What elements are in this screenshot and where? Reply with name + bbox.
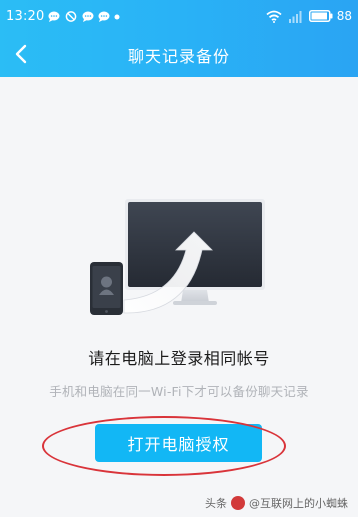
watermark-at: @	[249, 496, 260, 510]
battery-level: 88	[336, 9, 352, 23]
watermark-logo-icon	[231, 496, 245, 510]
status-right: 88	[266, 8, 352, 24]
more-notifications-icon	[114, 14, 120, 20]
battery-icon	[308, 10, 333, 22]
watermark: 头条 @ 互联网上的小蜘蛛	[205, 494, 348, 512]
chat-icon-2	[98, 11, 110, 22]
chat-icon	[82, 11, 94, 22]
status-bar: 13:20 88	[0, 0, 358, 32]
page-title: 聊天记录备份	[127, 47, 230, 66]
phone-to-pc-illustration	[90, 199, 265, 315]
signal-icon	[288, 10, 302, 23]
instruction-heading: 请在电脑上登录相同帐号	[88, 349, 270, 368]
wifi-icon	[266, 10, 282, 23]
message-icon	[48, 11, 60, 22]
open-pc-authorization-button[interactable]: 打开电脑授权	[95, 424, 262, 462]
title-bar: 聊天记录备份	[0, 32, 358, 77]
watermark-author: 互联网上的小蜘蛛	[260, 497, 348, 510]
status-time: 13:20	[6, 9, 45, 24]
backup-screen: 13:20 88 聊天记录备份 请在电脑上登录相同帐号 手机和电脑在同一Wi-F…	[0, 0, 358, 517]
watermark-prefix: 头条	[205, 497, 227, 510]
instruction-subtext: 手机和电脑在同一Wi-Fi下才可以备份聊天记录	[49, 384, 309, 399]
header: 13:20 88 聊天记录备份	[0, 0, 358, 77]
blocked-icon	[65, 11, 77, 22]
